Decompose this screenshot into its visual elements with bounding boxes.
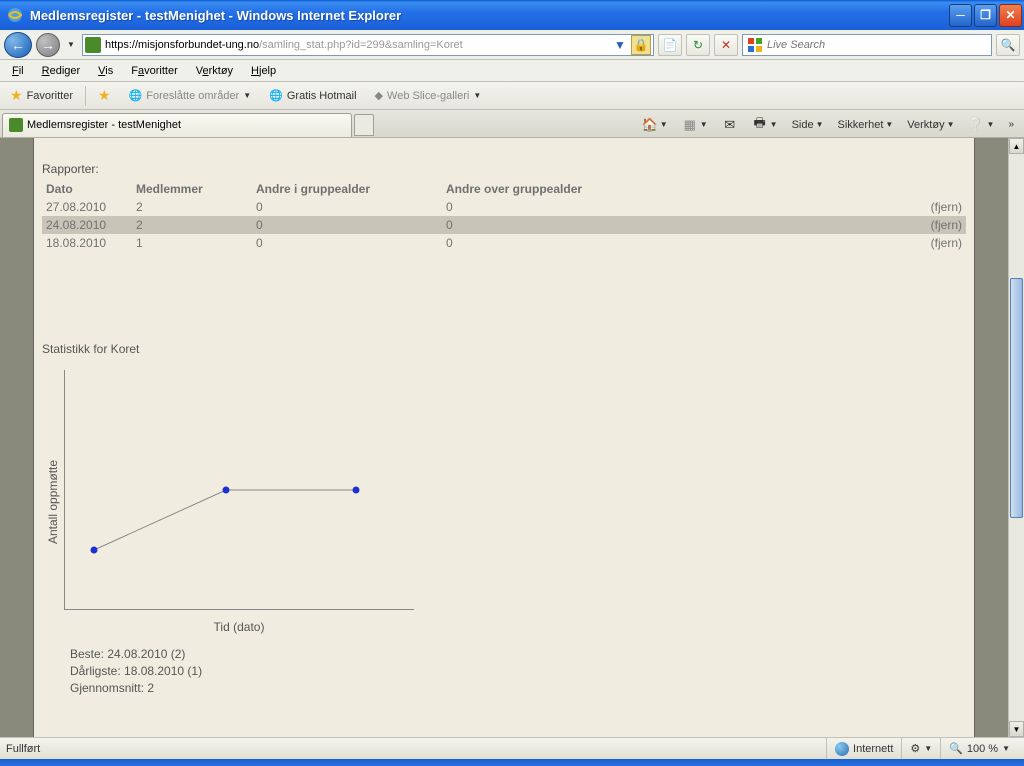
- menu-rediger[interactable]: Rediger: [34, 63, 89, 79]
- remove-link[interactable]: (fjern): [906, 216, 966, 234]
- stop-button[interactable]: ✕: [714, 34, 738, 56]
- feeds-button[interactable]: ▦▼: [678, 115, 712, 135]
- zoom-icon: 🔍: [949, 742, 963, 755]
- nav-history-dropdown[interactable]: ▼: [64, 40, 78, 49]
- print-button[interactable]: 🖶▼: [748, 115, 782, 135]
- vertical-scrollbar[interactable]: ▲ ▼: [1008, 138, 1024, 737]
- favorites-button[interactable]: ★Favoritter: [4, 85, 79, 106]
- search-provider-icon: [747, 37, 763, 53]
- col-medlemmer: Medlemmer: [132, 180, 252, 198]
- chart-xlabel: Tid (dato): [64, 620, 414, 634]
- search-input[interactable]: [767, 39, 987, 51]
- search-bar[interactable]: [742, 34, 992, 56]
- compat-view-button[interactable]: 📄: [658, 34, 682, 56]
- rapporter-heading: Rapporter:: [42, 162, 966, 176]
- reports-table: Dato Medlemmer Andre i gruppealder Andre…: [42, 180, 966, 252]
- tools-menu[interactable]: Verktøy ▼: [903, 117, 958, 133]
- menu-vis[interactable]: Vis: [90, 63, 121, 79]
- table-row: 27.08.2010 2 0 0 (fjern): [42, 198, 966, 216]
- ssl-lock-icon[interactable]: 🔒: [631, 35, 651, 55]
- address-dropdown-icon[interactable]: ▼: [610, 35, 630, 55]
- url-secure-part: https://misjonsforbundet-ung.no: [105, 39, 259, 51]
- col-andre-over: Andre over gruppealder: [442, 180, 906, 198]
- toolbar-overflow[interactable]: »: [1004, 117, 1018, 132]
- scroll-down-button[interactable]: ▼: [1009, 721, 1024, 737]
- status-protected-mode[interactable]: ⚙▼: [901, 738, 940, 759]
- add-favorite-button[interactable]: ★: [92, 85, 117, 106]
- content-area: Rapporter: Dato Medlemmer Andre i gruppe…: [0, 138, 1024, 737]
- minimize-button[interactable]: ─: [949, 4, 972, 27]
- ie-small-icon: 🌐: [129, 89, 143, 102]
- table-header-row: Dato Medlemmer Andre i gruppealder Andre…: [42, 180, 966, 198]
- stat-gjennomsnitt: Gjennomsnitt: 2: [70, 680, 966, 697]
- forward-button[interactable]: →: [36, 33, 60, 57]
- suggested-sites-button[interactable]: 🌐Foreslåtte områder ▼: [123, 87, 258, 104]
- navigation-toolbar: ← → ▼ https://misjonsforbundet-ung.no/sa…: [0, 30, 1024, 60]
- remove-link[interactable]: (fjern): [906, 234, 966, 252]
- chart-ylabel: Antall oppmøtte: [42, 370, 64, 634]
- status-text: Fullført: [6, 743, 826, 755]
- tab-favicon-icon: [9, 118, 23, 132]
- help-button[interactable]: ❔▼: [965, 115, 999, 135]
- chart-plot: [64, 370, 414, 620]
- webslice-button[interactable]: ◆Web Slice-galleri ▼: [369, 87, 488, 104]
- menu-hjelp[interactable]: Hjelp: [243, 63, 284, 79]
- address-bar[interactable]: https://misjonsforbundet-ung.no/samling_…: [82, 34, 654, 56]
- restore-button[interactable]: ❐: [974, 4, 997, 27]
- close-button[interactable]: ✕: [999, 4, 1022, 27]
- col-dato: Dato: [42, 180, 132, 198]
- table-row: 18.08.2010 1 0 0 (fjern): [42, 234, 966, 252]
- menu-fil[interactable]: FFilil: [4, 63, 32, 79]
- page-menu[interactable]: Side ▼: [788, 117, 828, 133]
- chart-stats: Beste: 24.08.2010 (2) Dårligste: 18.08.2…: [70, 646, 966, 696]
- mail-icon: ✉: [722, 117, 738, 133]
- menu-favoritter[interactable]: Favoritter: [123, 63, 185, 79]
- table-row: 24.08.2010 2 0 0 (fjern): [42, 216, 966, 234]
- back-button[interactable]: ←: [4, 32, 32, 58]
- mail-button[interactable]: ✉: [718, 115, 742, 135]
- star-icon: ★: [10, 87, 23, 104]
- new-tab-button[interactable]: [354, 114, 374, 136]
- menu-bar: FFilil Rediger Vis Favoritter Verktøy Hj…: [0, 60, 1024, 82]
- globe-icon: [835, 742, 849, 756]
- print-icon: 🖶: [752, 117, 768, 133]
- home-icon: 🏠: [642, 117, 658, 133]
- stat-beste: Beste: 24.08.2010 (2): [70, 646, 966, 663]
- ie-logo-icon: [6, 6, 24, 24]
- menu-verktoy[interactable]: Verktøy: [188, 63, 241, 79]
- help-icon: ❔: [969, 117, 985, 133]
- shield-icon: ⚙: [910, 742, 920, 755]
- favorites-toolbar: ★Favoritter ★ 🌐Foreslåtte områder ▼ 🌐Gra…: [0, 82, 1024, 110]
- remove-link[interactable]: (fjern): [906, 198, 966, 216]
- status-zoom[interactable]: 🔍100 % ▼: [940, 738, 1018, 759]
- chart-title: Statistikk for Koret: [42, 342, 966, 356]
- tab-strip: Medlemsregister - testMenighet 🏠▼ ▦▼ ✉ 🖶…: [0, 110, 1024, 138]
- webslice-icon: ◆: [375, 89, 383, 102]
- separator: [85, 86, 86, 106]
- status-bar: Fullført Internett ⚙▼ 🔍100 % ▼: [0, 737, 1024, 759]
- window-titlebar: Medlemsregister - testMenighet - Windows…: [0, 0, 1024, 30]
- url-path-part: /samling_stat.php?id=299&samling=Koret: [259, 39, 463, 51]
- search-go-button[interactable]: 🔍: [996, 34, 1020, 56]
- site-favicon-icon: [85, 37, 101, 53]
- scroll-up-button[interactable]: ▲: [1009, 138, 1024, 154]
- page-body: Rapporter: Dato Medlemmer Andre i gruppe…: [33, 138, 975, 737]
- window-title: Medlemsregister - testMenighet - Windows…: [30, 8, 949, 23]
- refresh-button[interactable]: ↻: [686, 34, 710, 56]
- status-zone[interactable]: Internett: [826, 738, 901, 759]
- safety-menu[interactable]: Sikkerhet ▼: [834, 117, 898, 133]
- star-plus-icon: ★: [98, 87, 111, 104]
- scroll-thumb[interactable]: [1010, 278, 1023, 518]
- rss-icon: ▦: [682, 117, 698, 133]
- chart-svg: [64, 370, 414, 620]
- tab-title: Medlemsregister - testMenighet: [27, 119, 181, 131]
- ie-small-icon: 🌐: [269, 89, 283, 102]
- tab-active[interactable]: Medlemsregister - testMenighet: [2, 113, 352, 137]
- home-button[interactable]: 🏠▼: [638, 115, 672, 135]
- page-viewport: Rapporter: Dato Medlemmer Andre i gruppe…: [0, 138, 1008, 737]
- col-andre-i: Andre i gruppealder: [252, 180, 442, 198]
- hotmail-link[interactable]: 🌐Gratis Hotmail: [263, 87, 362, 104]
- stat-darligste: Dårligste: 18.08.2010 (1): [70, 663, 966, 680]
- taskbar-strip: [0, 759, 1024, 766]
